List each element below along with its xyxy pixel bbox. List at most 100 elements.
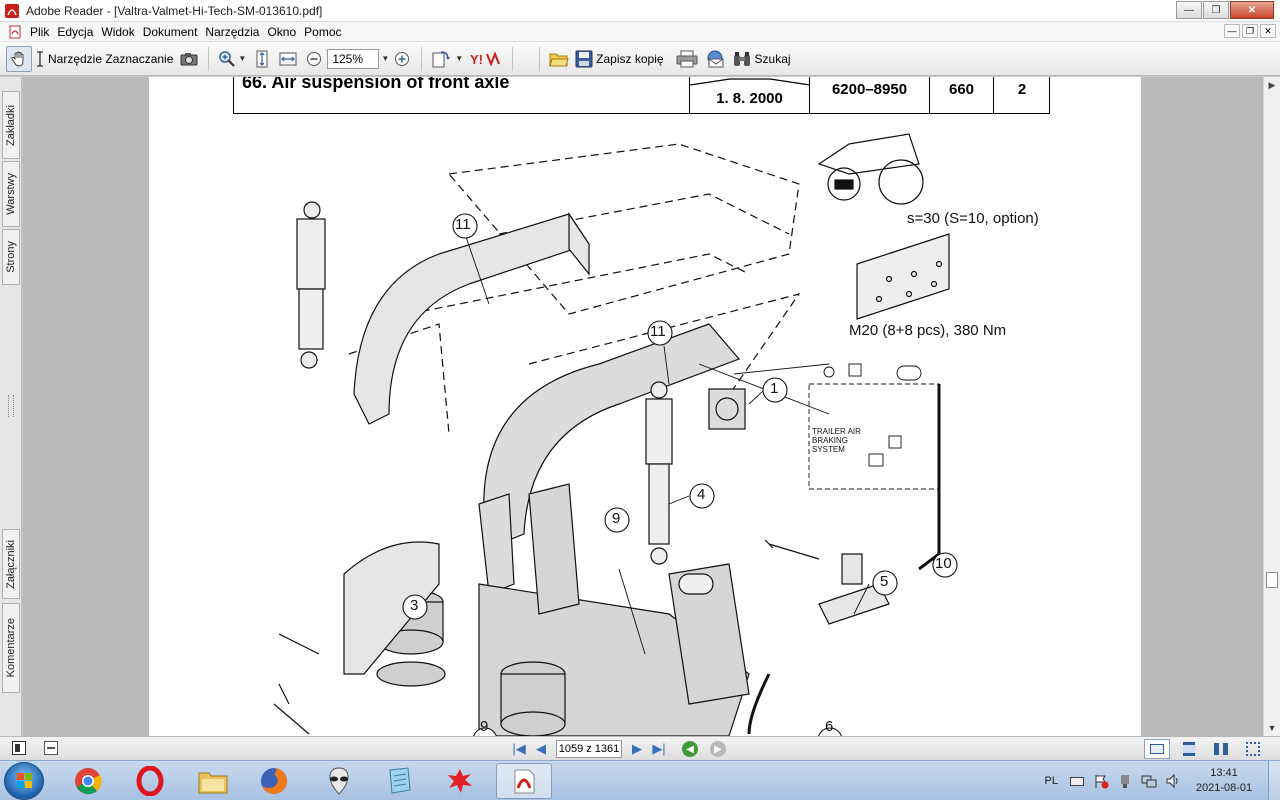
taskbar-adobe-reader-icon[interactable]	[496, 763, 552, 799]
show-desktop-button[interactable]	[1268, 761, 1280, 800]
notepad-icon	[389, 767, 411, 794]
doc-minimize-button[interactable]: —	[1224, 24, 1240, 38]
zoom-out-button[interactable]	[301, 46, 327, 72]
network-icon[interactable]	[1140, 773, 1158, 789]
zoom-in-button[interactable]	[389, 46, 415, 72]
page-number-input[interactable]: 1059 z 1361	[556, 740, 622, 758]
callout-9-upper: 9	[612, 510, 621, 527]
usb-device-icon[interactable]	[1116, 773, 1134, 789]
select-tool-button[interactable]: Narzędzie Zaznaczanie	[32, 46, 176, 72]
taskbar-paint-icon[interactable]	[432, 763, 488, 799]
tab-bookmarks[interactable]: Zakładki	[2, 91, 20, 159]
callout-9-lower: 9	[480, 718, 489, 735]
vertical-scrollbar[interactable]: ▶ ▼	[1263, 77, 1280, 736]
fit-width-button[interactable]	[275, 46, 301, 72]
scroll-down-arrow-icon[interactable]: ▼	[1264, 720, 1280, 736]
yahoo-toolbar-button[interactable]: Y!	[466, 46, 506, 72]
hand-tool-button[interactable]	[6, 45, 32, 72]
keyboard-icon[interactable]	[1068, 773, 1086, 789]
start-button-icon[interactable]	[4, 762, 44, 800]
scroll-right-arrow-icon[interactable]: ▶	[1264, 77, 1280, 93]
search-button[interactable]: Szukaj	[729, 46, 794, 72]
continuous-facing-glyph	[1246, 742, 1260, 756]
scrollbar-thumb[interactable]	[1266, 572, 1278, 588]
panel-toggle-button[interactable]	[12, 741, 26, 755]
rotate-view-button[interactable]: ▼	[428, 46, 466, 72]
header-page-cell: 2	[993, 77, 1050, 113]
network-glyph	[1141, 775, 1157, 788]
doc-close-button[interactable]: ✕	[1260, 24, 1276, 38]
next-page-icon[interactable]: ▶	[626, 739, 648, 759]
taskbar-firefox-icon[interactable]	[246, 763, 302, 799]
fit-height-icon	[256, 50, 268, 67]
zoom-level-input[interactable]: 125%	[327, 48, 380, 69]
panel-splitter-grip[interactable]	[8, 395, 14, 417]
menu-okno[interactable]: Okno	[267, 25, 304, 39]
chevron-down-icon[interactable]: ▼	[238, 54, 246, 63]
taskbar-notepad-icon[interactable]	[371, 763, 427, 799]
fit-page-button[interactable]	[249, 46, 275, 72]
chrome-logo-icon	[75, 768, 102, 795]
save-copy-button[interactable]: Zapisz kopię	[572, 46, 666, 72]
header-page: 2	[1017, 80, 1027, 98]
system-clock[interactable]: 13:41 2021-08-01	[1188, 766, 1260, 796]
next-view-icon[interactable]: ▶	[710, 741, 726, 757]
tab-attachments[interactable]: Załączniki	[2, 529, 20, 599]
document-viewport[interactable]: 66. Air suspension of front axle 1. 8. 2…	[23, 77, 1263, 736]
shock-absorber	[645, 381, 673, 565]
speaker-glyph	[1166, 773, 1178, 789]
action-center-flag-icon[interactable]	[1092, 773, 1110, 789]
tab-comments[interactable]: Komentarze	[2, 603, 20, 693]
facing-layout-icon[interactable]	[1208, 739, 1234, 759]
first-page-icon[interactable]: |◀	[508, 739, 530, 759]
window-title: Adobe Reader - [Valtra-Valmet-Hi-Tech-SM…	[26, 3, 323, 18]
rotate-dropdown-icon[interactable]: ▼	[455, 54, 463, 63]
document-icon[interactable]	[8, 25, 22, 39]
language-indicator[interactable]: PL	[1045, 775, 1058, 787]
print-button[interactable]	[673, 46, 701, 72]
windows-taskbar: PL 13:41 2021-08-01	[0, 760, 1280, 800]
menu-widok[interactable]: Widok	[101, 25, 142, 39]
tab-pages[interactable]: Strony	[2, 229, 20, 285]
taskbar-explorer-icon[interactable]	[185, 763, 241, 799]
air-spring-right	[500, 661, 566, 736]
air-hose	[747, 673, 771, 735]
header-date-cell: 1. 8. 2000	[689, 77, 810, 113]
single-page-layout-icon[interactable]	[1144, 739, 1170, 759]
taskbar-chrome-icon[interactable]	[60, 763, 116, 799]
maximize-button[interactable]: ❐	[1203, 1, 1229, 19]
email-button[interactable]	[701, 46, 729, 72]
menu-narzedzia[interactable]: Narzędzia	[205, 25, 267, 39]
previous-view-icon[interactable]: ◀	[682, 741, 698, 757]
menu-dokument[interactable]: Dokument	[143, 25, 206, 39]
snapshot-tool-button[interactable]	[176, 46, 202, 72]
menu-plik[interactable]: Plik	[30, 25, 57, 39]
header-models: 6200–8950	[831, 80, 908, 98]
zoom-tool-button[interactable]: ▼	[215, 46, 249, 72]
menu-pomoc[interactable]: Pomoc	[304, 25, 349, 39]
volume-icon[interactable]	[1164, 773, 1182, 789]
open-button[interactable]	[546, 46, 572, 72]
zoom-dropdown-icon[interactable]: ▼	[381, 54, 389, 63]
document-window-controls: — ❐ ✕	[1222, 24, 1276, 38]
taskbar-opera-icon[interactable]	[122, 763, 178, 799]
minimize-button[interactable]: —	[1176, 1, 1202, 19]
toolbar-separator	[421, 46, 423, 71]
previous-page-icon[interactable]: ◀	[530, 739, 552, 759]
header-group-cell: 660	[929, 77, 993, 113]
floppy-disk-icon	[575, 50, 593, 67]
close-button[interactable]: ✕	[1230, 1, 1274, 19]
svg-text:Y!: Y!	[470, 52, 483, 67]
zoom-out-icon	[307, 51, 322, 66]
panel-options-button[interactable]	[44, 741, 58, 755]
taskbar-alien-app-icon[interactable]	[311, 763, 367, 799]
continuous-facing-layout-icon[interactable]	[1240, 739, 1266, 759]
continuous-layout-icon[interactable]	[1176, 739, 1202, 759]
firefox-logo-icon	[261, 768, 287, 794]
doc-restore-button[interactable]: ❐	[1242, 24, 1258, 38]
last-page-icon[interactable]: ▶|	[648, 739, 670, 759]
menu-edycja[interactable]: Edycja	[57, 25, 101, 39]
tab-layers[interactable]: Warstwy	[2, 161, 20, 227]
windows-logo-icon	[17, 773, 32, 788]
single-page-glyph	[1150, 744, 1164, 754]
